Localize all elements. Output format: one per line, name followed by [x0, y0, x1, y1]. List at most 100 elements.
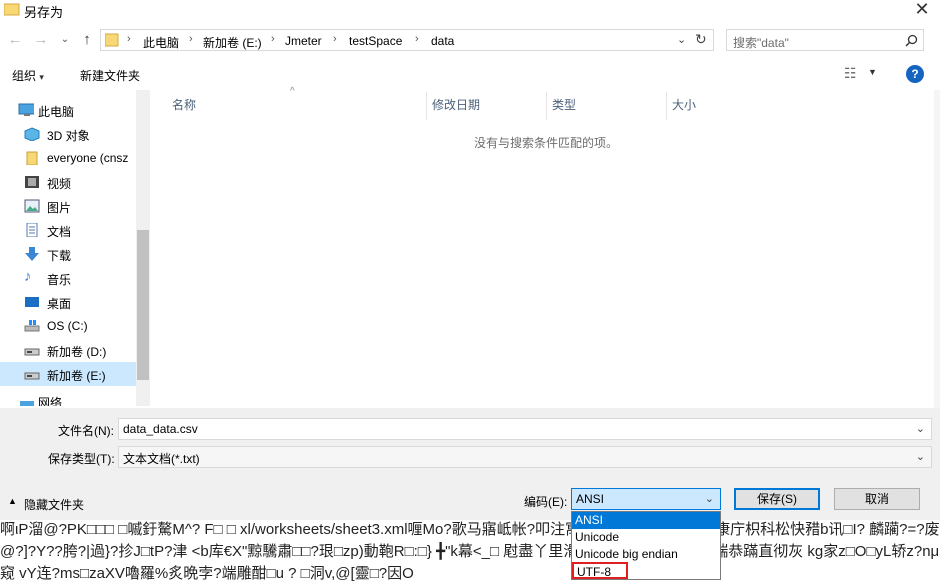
chevron-right-icon: › [415, 33, 419, 45]
address-bar[interactable]: › 此电脑 › 新加卷 (E:) › Jmeter › testSpace › … [100, 29, 714, 51]
view-dropdown-icon[interactable]: ▼ [868, 67, 877, 77]
folder-icon [105, 33, 119, 47]
background-text-line-1: 啊ιP溜@?PK□□□ □嘁釪驁M^? F□ □ xl/worksheets/s… [0, 521, 940, 538]
sidebar-item-music[interactable]: ♪ 音乐 [0, 266, 148, 290]
breadcrumb-item[interactable]: 新加卷 (E:) [203, 34, 262, 51]
column-divider[interactable] [666, 92, 667, 120]
breadcrumb-item[interactable]: data [431, 34, 454, 48]
sidebar-item-this-pc[interactable]: 此电脑 [0, 98, 148, 122]
encoding-option-ansi[interactable]: ANSI [572, 512, 720, 529]
search-icon [905, 34, 918, 47]
search-placeholder: 搜索"data" [733, 36, 789, 50]
sidebar-item-label: 新加卷 (D:) [47, 345, 107, 359]
sidebar-item-network[interactable]: 网络 [0, 392, 148, 406]
chevron-right-icon: › [189, 33, 193, 45]
chevron-up-icon[interactable]: ▲ [8, 496, 17, 506]
column-header-size[interactable]: 大小 [672, 96, 696, 118]
picture-icon [24, 199, 40, 213]
sidebar-item-label: 图片 [47, 201, 72, 215]
chevron-right-icon: › [127, 33, 131, 45]
sidebar-item-desktop[interactable]: 桌面 [0, 290, 148, 314]
breadcrumb-item[interactable]: Jmeter [285, 34, 322, 48]
filetype-value: 文本文档(*.txt) [123, 452, 200, 466]
sidebar-item-label: 网络 [38, 396, 63, 406]
breadcrumb-item[interactable]: testSpace [349, 34, 402, 48]
empty-folder-message: 没有与搜索条件匹配的项。 [474, 136, 619, 150]
recent-dropdown-icon[interactable]: ⌄ [56, 31, 74, 49]
new-folder-button[interactable]: 新建文件夹 [80, 67, 140, 84]
filename-label: 文件名(N): [58, 424, 114, 438]
sidebar-item-drive-e[interactable]: 新加卷 (E:) [0, 362, 148, 386]
sidebar-item-label: everyone (cnsz [47, 151, 129, 165]
sidebar-item-videos[interactable]: 视频 [0, 170, 148, 194]
sidebar-item-label: 3D 对象 [47, 129, 90, 143]
encoding-value: ANSI [576, 492, 605, 506]
filename-value: data_data.csv [123, 422, 198, 436]
3d-objects-icon [24, 127, 40, 141]
encoding-label: 编码(E): [524, 495, 568, 509]
address-dropdown-icon[interactable]: ⌄ [677, 33, 686, 46]
column-divider[interactable] [426, 92, 427, 120]
encoding-option-unicode-big-endian[interactable]: Unicode big endian [572, 546, 720, 563]
filename-input[interactable]: data_data.csv ⌄ [118, 418, 932, 440]
toolbar: 组织 ▾ 新建文件夹 ☷ ▼ ? [0, 60, 940, 90]
user-folder-icon [26, 151, 38, 165]
encoding-dropdown-list: ANSI Unicode Unicode big endian UTF-8 [571, 511, 721, 580]
sidebar-item-label: 新加卷 (E:) [47, 369, 106, 383]
computer-icon [18, 103, 34, 116]
column-divider[interactable] [546, 92, 547, 120]
sidebar-scroll-thumb[interactable] [137, 230, 149, 380]
encoding-option-utf8[interactable]: UTF-8 [572, 562, 628, 579]
filetype-label: 保存类型(T): [48, 452, 115, 466]
column-header-modified[interactable]: 修改日期 [432, 96, 480, 118]
chevron-down-icon: ▾ [39, 72, 44, 82]
column-header-type[interactable]: 类型 [552, 96, 576, 118]
windows-drive-icon [24, 320, 40, 332]
desktop-icon [25, 297, 39, 307]
cancel-button[interactable]: 取消 [834, 488, 920, 510]
save-form-panel: 文件名(N): data_data.csv ⌄ 保存类型(T): 文本文档(*.… [0, 408, 940, 520]
sidebar-item-label: 音乐 [47, 273, 72, 287]
encoding-select[interactable]: ANSI ⌄ [571, 488, 721, 510]
forward-arrow-icon[interactable]: → [32, 31, 50, 49]
sidebar-item-label: 文档 [47, 225, 72, 239]
organize-button[interactable]: 组织 ▾ [12, 67, 44, 84]
sidebar-item-everyone[interactable]: everyone (cnsz [0, 146, 148, 170]
help-icon[interactable]: ? [906, 65, 924, 83]
column-header-name[interactable]: 名称 [172, 96, 196, 118]
close-button[interactable]: ✕ [904, 0, 940, 20]
search-input[interactable]: 搜索"data" [726, 29, 924, 51]
sidebar-item-label: OS (C:) [47, 319, 88, 333]
sidebar-item-label: 桌面 [47, 297, 72, 311]
chevron-right-icon: › [333, 33, 337, 45]
navigation-pane: 此电脑 3D 对象 everyone (cnsz 视频 图片 文档 下载 ♪ 音… [0, 90, 150, 406]
folder-icon [4, 3, 20, 16]
chevron-down-icon[interactable]: ⌄ [705, 492, 714, 505]
breadcrumb-item[interactable]: 此电脑 [143, 34, 179, 51]
right-edge-scrollbar [934, 90, 940, 420]
window-title: 另存为 [24, 5, 64, 20]
sidebar-item-documents[interactable]: 文档 [0, 218, 148, 242]
save-button[interactable]: 保存(S) [734, 488, 820, 510]
chevron-down-icon[interactable]: ⌄ [916, 422, 925, 435]
chevron-down-icon[interactable]: ⌄ [916, 450, 925, 463]
back-arrow-icon[interactable]: ← [6, 31, 24, 49]
up-arrow-icon[interactable]: ↑ [78, 31, 96, 49]
sidebar-item-pictures[interactable]: 图片 [0, 194, 148, 218]
view-options-icon[interactable]: ☷ [844, 65, 857, 82]
sidebar-item-os-c[interactable]: OS (C:) [0, 314, 148, 338]
sidebar-item-label: 视频 [47, 177, 72, 191]
sidebar-item-downloads[interactable]: 下载 [0, 242, 148, 266]
refresh-icon[interactable]: ↻ [695, 31, 707, 48]
drive-icon [24, 348, 40, 356]
hide-folders-button[interactable]: 隐藏文件夹 [24, 496, 84, 513]
sidebar-item-label: 此电脑 [38, 105, 75, 119]
encoding-option-unicode[interactable]: Unicode [572, 529, 720, 546]
sidebar-item-drive-d[interactable]: 新加卷 (D:) [0, 338, 148, 362]
background-text-line-2: @?]?Y??胯?|過}?抮Ј□tP?津 <b库€X"黥驣肅□□?珢□zp)動鞄… [0, 543, 940, 560]
sidebar-item-label: 下载 [47, 249, 72, 263]
filetype-select[interactable]: 文本文档(*.txt) ⌄ [118, 446, 932, 468]
sort-up-icon: ^ [290, 86, 295, 97]
sidebar-item-3d-objects[interactable]: 3D 对象 [0, 122, 148, 146]
document-icon [26, 223, 38, 237]
